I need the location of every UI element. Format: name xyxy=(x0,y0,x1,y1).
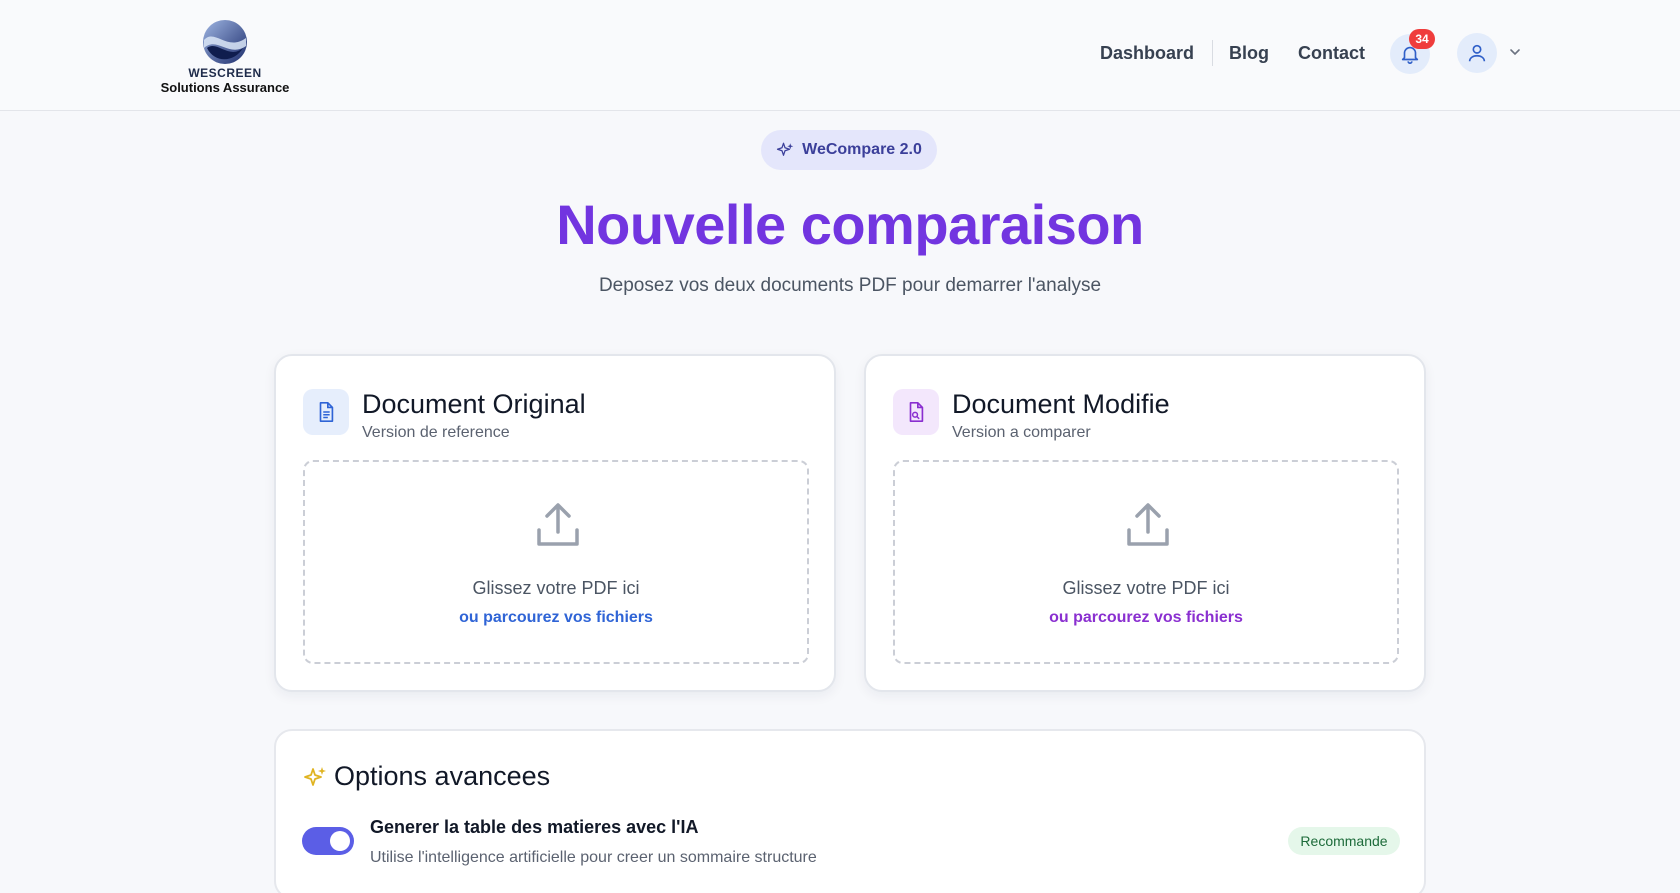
advanced-options-title: Options avancees xyxy=(334,761,551,791)
recommended-badge: Recommande xyxy=(1288,827,1400,855)
toggle-knob xyxy=(330,831,350,851)
version-pill: WeCompare 2.0 xyxy=(761,130,937,170)
brand-logo[interactable]: WESCREEN Solutions Assurance xyxy=(160,18,290,95)
ai-toc-description: Utilise l'intelligence artificielle pour… xyxy=(370,849,817,866)
notifications-count-badge: 34 xyxy=(1409,29,1435,49)
document-search-icon-wrap xyxy=(893,389,939,435)
modified-card-title: Document Modifie xyxy=(952,389,1170,419)
modified-document-card: Document Modifie Version a comparer Glis… xyxy=(864,354,1426,692)
upload-icon xyxy=(1127,503,1169,546)
modified-dropzone[interactable]: Glissez votre PDF ici ou parcourez vos f… xyxy=(893,460,1399,664)
wescreen-logo-icon xyxy=(203,20,247,64)
brand-tagline: Solutions Assurance xyxy=(160,80,290,95)
modified-browse-link[interactable]: ou parcourez vos fichiers xyxy=(895,609,1397,627)
user-icon xyxy=(1468,44,1486,62)
page-title: Nouvelle comparaison xyxy=(556,193,1144,256)
nav-divider xyxy=(1212,40,1213,66)
sparkles-icon xyxy=(777,142,794,156)
upload-icon xyxy=(537,503,579,546)
advanced-options-card: Options avancees Generer la table des ma… xyxy=(274,729,1426,893)
sparkles-icon xyxy=(304,767,326,786)
brand-name: WESCREEN xyxy=(188,66,262,80)
version-pill-label: WeCompare 2.0 xyxy=(802,141,922,158)
ai-toc-toggle[interactable] xyxy=(302,827,354,855)
chevron-down-icon[interactable] xyxy=(1508,45,1522,59)
document-icon xyxy=(319,402,334,422)
document-search-icon xyxy=(909,402,924,422)
original-drop-text: Glissez votre PDF ici xyxy=(472,578,640,598)
ai-toc-label: Generer la table des matieres avec l'IA xyxy=(370,817,699,837)
user-menu-button[interactable] xyxy=(1457,33,1497,73)
top-navbar: WESCREEN Solutions Assurance Dashboard B… xyxy=(0,0,1680,111)
page-subtitle: Deposez vos deux documents PDF pour dema… xyxy=(598,275,1102,296)
nav-link-dashboard[interactable]: Dashboard xyxy=(1100,38,1194,68)
original-browse-link[interactable]: ou parcourez vos fichiers xyxy=(305,609,807,627)
original-document-card: Document Original Version de reference G… xyxy=(274,354,836,692)
nav-link-contact[interactable]: Contact xyxy=(1298,38,1365,68)
nav-link-blog[interactable]: Blog xyxy=(1229,38,1269,68)
document-icon-wrap xyxy=(303,389,349,435)
original-card-subtitle: Version de reference xyxy=(362,424,510,441)
modified-card-subtitle: Version a comparer xyxy=(952,424,1091,441)
modified-drop-text: Glissez votre PDF ici xyxy=(1062,578,1230,598)
original-dropzone[interactable]: Glissez votre PDF ici ou parcourez vos f… xyxy=(303,460,809,664)
original-card-title: Document Original xyxy=(362,389,586,419)
